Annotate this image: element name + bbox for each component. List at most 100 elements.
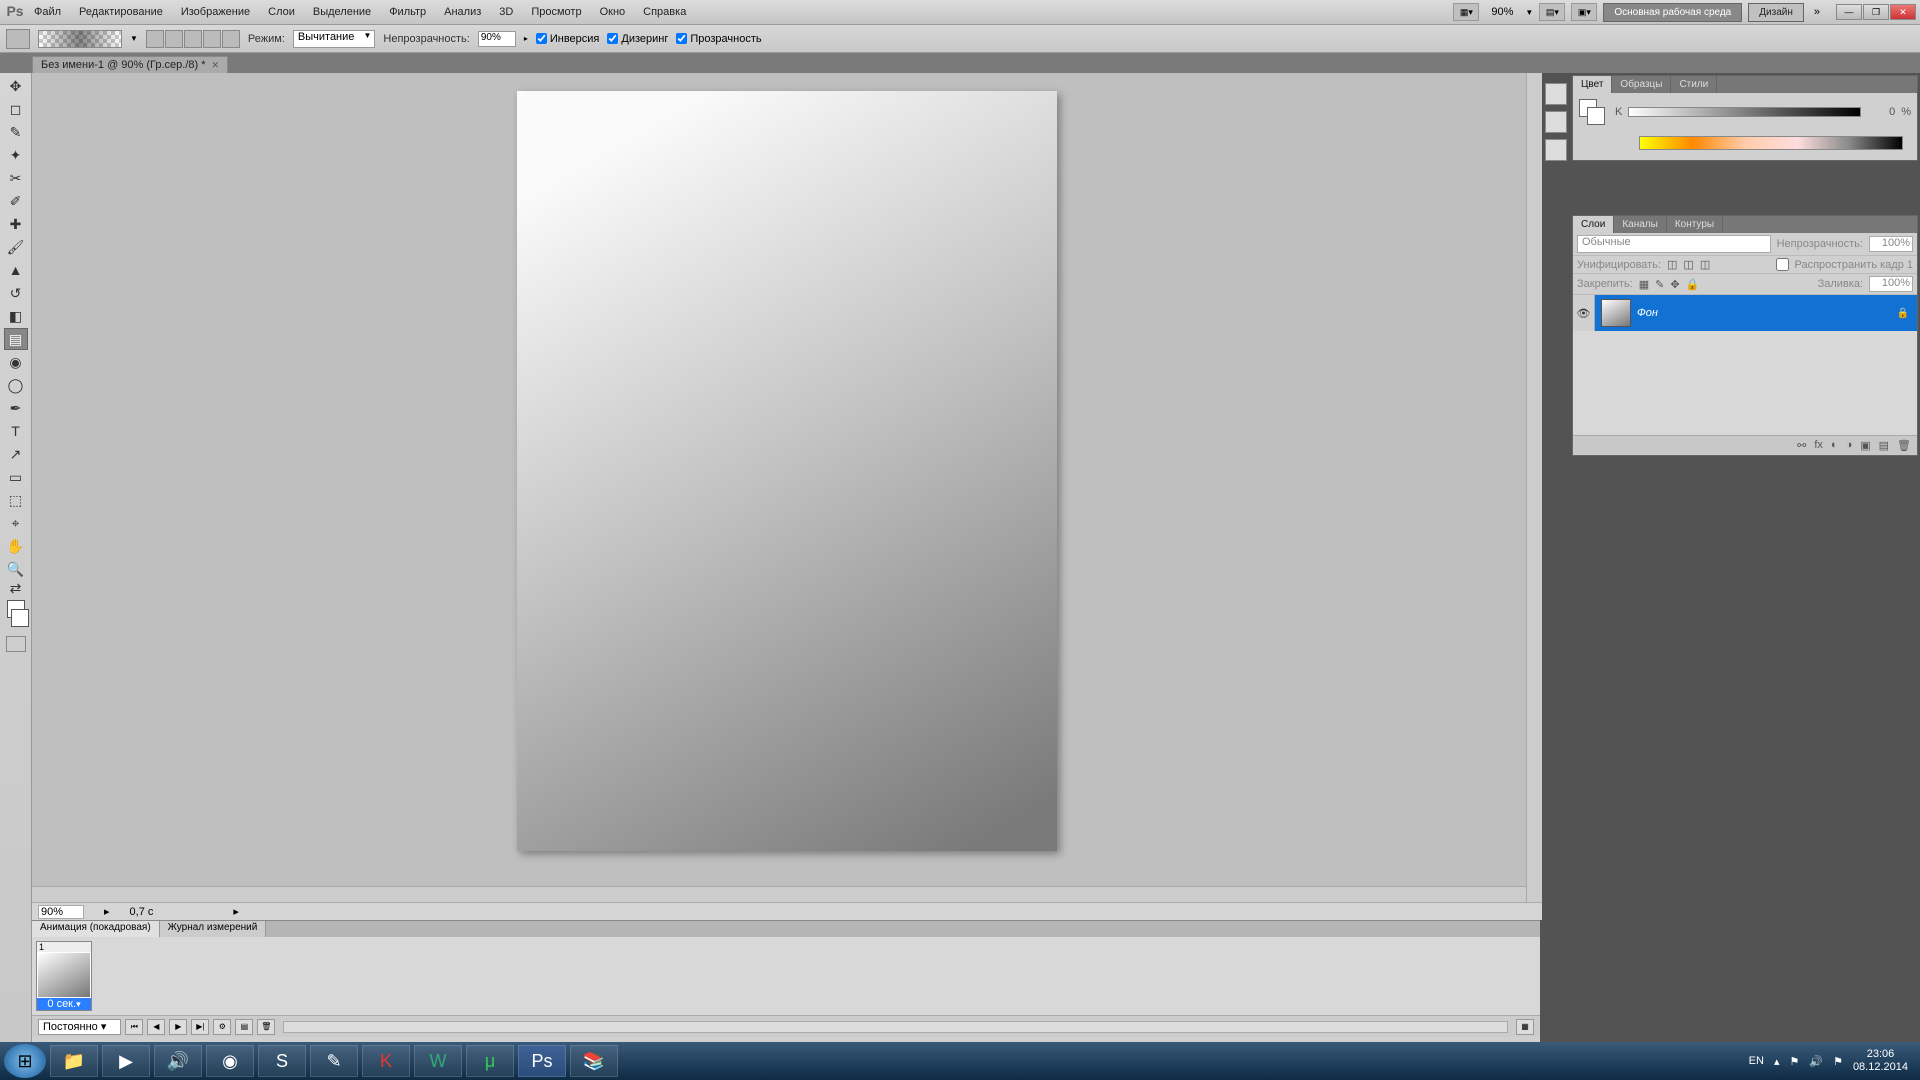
dither-checkbox[interactable]: Дизеринг [607,33,668,45]
delete-frame-button[interactable]: 🗑 [257,1019,275,1035]
menu-analysis[interactable]: Анализ [436,3,489,21]
link-layers-icon[interactable]: ⚯ [1797,439,1806,452]
delete-layer-icon[interactable]: 🗑 [1897,439,1911,452]
layer-group-icon[interactable]: ▣ [1860,439,1870,452]
loop-select[interactable]: Постоянно ▾ [38,1019,121,1035]
lock-position-icon[interactable]: ✥ [1670,278,1679,291]
dock-icon-1[interactable] [1545,83,1567,105]
task-utorrent-icon[interactable]: μ [466,1045,514,1077]
tab-color[interactable]: Цвет [1573,76,1612,93]
opacity-input[interactable]: 90% [478,31,516,47]
3d-camera-tool-icon[interactable]: ⌖ [4,512,28,534]
gradient-reflected-icon[interactable] [203,30,221,48]
status-flyout-icon[interactable]: ▸ [233,905,239,918]
menu-3d[interactable]: 3D [491,3,521,21]
zoom-level[interactable]: 90% [1485,6,1519,18]
tray-lang[interactable]: EN [1749,1055,1764,1067]
tool-preset-picker[interactable] [6,29,30,49]
menu-file[interactable]: Файл [26,3,69,21]
gradient-diamond-icon[interactable] [222,30,240,48]
unify-icon-3[interactable]: ◫ [1700,258,1710,271]
new-layer-icon[interactable]: ▤ [1879,439,1889,452]
zoom-tool-icon[interactable]: 🔍 [4,558,28,580]
animation-scrollbar[interactable] [283,1021,1508,1033]
window-close-button[interactable]: ✕ [1890,4,1916,20]
menu-layers[interactable]: Слои [260,3,303,21]
lasso-tool-icon[interactable]: ✎ [4,121,28,143]
task-explorer-icon[interactable]: 📁 [50,1045,98,1077]
zoom-dropdown-icon[interactable]: ▼ [1525,8,1533,17]
start-button[interactable]: ⊞ [4,1044,46,1078]
status-info-icon[interactable]: ▸ [104,905,110,918]
frame-1[interactable]: 1 0 сек.▾ [36,941,92,1011]
tab-close-icon[interactable]: ✕ [212,60,220,71]
layer-mask-icon[interactable]: ◐ [1831,439,1838,452]
prev-frame-button[interactable]: ◀ [147,1019,165,1035]
task-word-icon[interactable]: W [414,1045,462,1077]
task-skype-icon[interactable]: S [258,1045,306,1077]
layer-fx-icon[interactable]: fx [1814,439,1823,452]
heal-tool-icon[interactable]: ✚ [4,213,28,235]
unify-icon-2[interactable]: ◫ [1683,258,1693,271]
dock-icon-3[interactable] [1545,139,1567,161]
history-brush-tool-icon[interactable]: ↺ [4,282,28,304]
shape-tool-icon[interactable]: ▭ [4,466,28,488]
menu-edit[interactable]: Редактирование [71,3,171,21]
eyedropper-tool-icon[interactable]: ✐ [4,190,28,212]
workspace-essentials-button[interactable]: Основная рабочая среда [1603,3,1742,22]
menu-image[interactable]: Изображение [173,3,258,21]
pen-tool-icon[interactable]: ✒ [4,397,28,419]
window-minimize-button[interactable]: — [1836,4,1862,20]
tray-flag-icon[interactable]: ▴ [1774,1055,1780,1068]
menu-view[interactable]: Просмотр [523,3,589,21]
wand-tool-icon[interactable]: ✦ [4,144,28,166]
tray-network-icon[interactable]: ⚑ [1789,1055,1799,1068]
workspace-design-button[interactable]: Дизайн [1748,3,1804,22]
move-tool-icon[interactable]: ✥ [4,75,28,97]
gradient-radial-icon[interactable] [165,30,183,48]
type-tool-icon[interactable]: T [4,420,28,442]
menu-filter[interactable]: Фильтр [381,3,434,21]
task-app1-icon[interactable]: ✎ [310,1045,358,1077]
frame-delay[interactable]: 0 сек.▾ [37,998,91,1010]
k-slider[interactable] [1628,107,1861,117]
k-value[interactable]: 0 [1867,106,1895,118]
tab-swatches[interactable]: Образцы [1612,76,1671,93]
hand-tool-icon[interactable]: ✋ [4,535,28,557]
tab-channels[interactable]: Каналы [1614,216,1667,233]
fill-input[interactable]: 100% [1869,276,1913,292]
layer-item-background[interactable]: 👁 Фон 🔒 [1573,295,1917,331]
tween-button[interactable]: ⚙ [213,1019,231,1035]
next-frame-button[interactable]: ▶| [191,1019,209,1035]
reverse-checkbox[interactable]: Инверсия [536,33,600,45]
opacity-flyout-icon[interactable]: ▸ [524,34,528,43]
workspace-more-icon[interactable]: » [1810,6,1824,18]
eraser-tool-icon[interactable]: ◧ [4,305,28,327]
tab-animation[interactable]: Анимация (покадровая) [32,921,160,937]
task-kaspersky-icon[interactable]: K [362,1045,410,1077]
task-mediaplayer-icon[interactable]: ▶ [102,1045,150,1077]
tab-measurement-log[interactable]: Журнал измерений [160,921,267,937]
first-frame-button[interactable]: ⏮ [125,1019,143,1035]
crop-tool-icon[interactable]: ✂ [4,167,28,189]
gradient-tool-icon[interactable]: ▤ [4,328,28,350]
horizontal-scrollbar[interactable] [32,886,1526,902]
layer-thumbnail[interactable] [1601,299,1631,327]
blend-mode-select[interactable]: Обычные [1577,235,1771,253]
tab-layers[interactable]: Слои [1573,216,1614,233]
tray-clock[interactable]: 23:06 08.12.2014 [1853,1048,1908,1074]
quickmask-icon[interactable] [6,636,26,652]
brush-tool-icon[interactable]: 🖌 [4,236,28,258]
screen-mode-icon[interactable]: ▣▾ [1571,3,1597,21]
lock-pixels-icon[interactable]: ✎ [1655,278,1664,291]
blur-tool-icon[interactable]: ◉ [4,351,28,373]
arrange-docs-icon[interactable]: ▤▾ [1539,3,1565,21]
menu-help[interactable]: Справка [635,3,694,21]
vertical-scrollbar[interactable] [1526,73,1542,902]
color-ramp[interactable] [1639,136,1903,150]
window-maximize-button[interactable]: ❐ [1863,4,1889,20]
transparency-checkbox[interactable]: Прозрачность [676,33,761,45]
menu-window[interactable]: Окно [592,3,634,21]
duplicate-frame-button[interactable]: ▤ [235,1019,253,1035]
gradient-preview[interactable] [38,30,122,48]
